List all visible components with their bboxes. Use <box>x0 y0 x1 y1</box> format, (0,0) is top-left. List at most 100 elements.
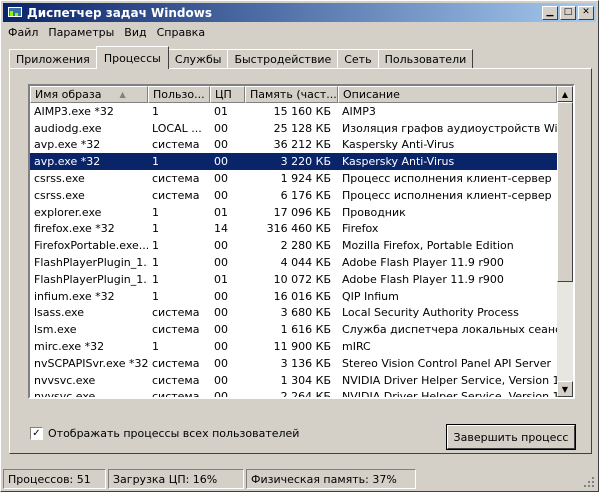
table-row[interactable]: lsass.exe система 00 3 680 КБ Local Security… <box>30 305 557 322</box>
close-icon: ✕ <box>582 7 590 17</box>
minimize-button[interactable]: ▁ <box>542 5 558 20</box>
tab-users[interactable]: Пользователи <box>377 49 474 69</box>
cell-image-name: AIMP3.exe *32 <box>34 104 114 118</box>
cell-user: 1 <box>152 205 159 219</box>
column-header-image-name[interactable]: Имя образа ▲ <box>30 86 148 103</box>
table-row[interactable]: FirefoxPortable.exe... 1 00 2 280 КБ Mozilla… <box>30 237 557 254</box>
scroll-thumb[interactable] <box>557 102 573 282</box>
cell-cpu: 00 <box>214 373 228 387</box>
cell-cpu: 14 <box>214 222 228 236</box>
cell-user: система <box>152 138 200 152</box>
vertical-scrollbar[interactable]: ▲ ▼ <box>557 86 573 397</box>
cell-user: 1 <box>152 155 159 169</box>
scroll-up-button[interactable]: ▲ <box>557 86 573 102</box>
process-list[interactable]: Имя образа ▲ Пользо... ЦП Память (част...… <box>28 84 575 399</box>
tab-processes[interactable]: Процессы <box>95 46 169 69</box>
cell-description: Процесс исполнения клиент-сервер <box>342 188 552 202</box>
resize-grip-icon[interactable] <box>582 475 596 489</box>
menu-help[interactable]: Справка <box>152 26 210 39</box>
cell-memory: 1 616 КБ <box>280 323 331 337</box>
table-row[interactable]: mirc.exe *32 1 00 11 900 КБ mIRC <box>30 338 557 355</box>
cell-memory: 15 160 КБ <box>273 104 331 118</box>
tab-network[interactable]: Сеть <box>337 49 379 69</box>
processes-panel: Имя образа ▲ Пользо... ЦП Память (част...… <box>9 68 592 454</box>
cell-cpu: 00 <box>214 289 228 303</box>
cell-image-name: firefox.exe *32 <box>34 222 115 236</box>
cell-user: система <box>152 172 200 186</box>
table-row[interactable]: firefox.exe *32 1 14 316 460 КБ Firefox <box>30 221 557 238</box>
column-header-user[interactable]: Пользо... <box>148 86 210 103</box>
cell-description: Проводник <box>342 205 406 219</box>
status-processes: Процессов: 51 <box>3 469 106 489</box>
cell-image-name: FlashPlayerPlugin_1... <box>34 272 148 286</box>
tab-services[interactable]: Службы <box>167 49 229 69</box>
table-row[interactable]: FlashPlayerPlugin_1... 1 00 4 044 КБ Adobe F… <box>30 254 557 271</box>
cell-image-name: FirefoxPortable.exe... <box>34 239 148 253</box>
tab-applications[interactable]: Приложения <box>9 49 97 69</box>
cell-image-name: infium.exe *32 <box>34 289 115 303</box>
cell-memory: 10 072 КБ <box>273 272 331 286</box>
arrow-down-icon: ▼ <box>561 384 569 394</box>
menu-options[interactable]: Параметры <box>43 26 119 39</box>
cell-memory: 3 680 КБ <box>280 306 331 320</box>
maximize-icon: □ <box>563 7 573 17</box>
cell-memory: 1 924 КБ <box>280 172 331 186</box>
cell-image-name: nvSCPAPISvr.exe *32 <box>34 356 148 370</box>
cell-cpu: 00 <box>214 323 228 337</box>
cell-cpu: 00 <box>214 390 228 397</box>
checkmark-icon: ✓ <box>32 428 41 439</box>
scroll-down-button[interactable]: ▼ <box>557 381 573 397</box>
cell-user: 1 <box>152 239 159 253</box>
table-row[interactable]: csrss.exe система 00 6 176 КБ Процесс исполн… <box>30 187 557 204</box>
table-row[interactable]: nvvsvc.exe система 00 1 304 КБ NVIDIA Driver… <box>30 372 557 389</box>
table-row[interactable]: nvSCPAPISvr.exe *32 система 00 3 136 КБ Ster… <box>30 355 557 372</box>
cell-user: система <box>152 323 200 337</box>
cell-description: Local Security Authority Process <box>342 306 519 320</box>
cell-description: NVIDIA Driver Helper Service, Version 19… <box>342 390 557 397</box>
cell-cpu: 00 <box>214 306 228 320</box>
table-row[interactable]: nvvsvc.exe система 00 2 264 КБ NVIDIA Driver… <box>30 389 557 397</box>
status-bar: Процессов: 51 Загрузка ЦП: 16% Физическа… <box>3 469 596 489</box>
cell-memory: 3 220 КБ <box>280 155 331 169</box>
cell-description: NVIDIA Driver Helper Service, Version 19… <box>342 373 557 387</box>
table-row[interactable]: lsm.exe система 00 1 616 КБ Служба диспетчер… <box>30 321 557 338</box>
cell-description: Stereo Vision Control Panel API Server <box>342 356 552 370</box>
cell-image-name: mirc.exe *32 <box>34 340 105 354</box>
tab-performance[interactable]: Быстродействие <box>227 49 339 69</box>
cell-description: Процесс исполнения клиент-сервер <box>342 172 552 186</box>
table-row[interactable]: audiodg.exe LOCAL ... 00 25 128 КБ Изоляция … <box>30 120 557 137</box>
menu-view[interactable]: Вид <box>119 26 151 39</box>
title-bar[interactable]: Диспетчер задач Windows ▁ □ ✕ <box>3 3 596 22</box>
cell-cpu: 01 <box>214 272 228 286</box>
process-rows: AIMP3.exe *32 1 01 15 160 КБ AIMP3 audiodg.ex… <box>30 103 557 397</box>
cell-cpu: 01 <box>214 205 228 219</box>
table-row[interactable]: avp.exe *32 1 00 3 220 КБ Kaspersky Anti-Vir… <box>30 153 557 171</box>
column-header-cpu[interactable]: ЦП <box>210 86 245 103</box>
cell-description: mIRC <box>342 340 371 354</box>
cell-memory: 36 212 КБ <box>273 138 331 152</box>
column-header-memory[interactable]: Память (част... <box>245 86 338 103</box>
cell-memory: 4 044 КБ <box>280 256 331 270</box>
table-row[interactable]: avp.exe *32 система 00 36 212 КБ Kaspersky A… <box>30 137 557 154</box>
close-button[interactable]: ✕ <box>578 5 594 20</box>
menu-bar: Файл Параметры Вид Справка <box>3 23 210 42</box>
show-all-users-checkbox[interactable]: ✓ <box>30 427 43 440</box>
menu-file[interactable]: Файл <box>3 26 43 39</box>
table-row[interactable]: FlashPlayerPlugin_1... 1 01 10 072 КБ Adobe … <box>30 271 557 288</box>
table-row[interactable]: explorer.exe 1 01 17 096 КБ Проводник <box>30 204 557 221</box>
tab-strip: Приложения Процессы Службы Быстродействи… <box>9 46 474 69</box>
cell-description: Kaspersky Anti-Virus <box>342 138 455 152</box>
table-row[interactable]: AIMP3.exe *32 1 01 15 160 КБ AIMP3 <box>30 103 557 120</box>
show-all-users-row[interactable]: ✓ Отображать процессы всех пользователей <box>30 427 299 440</box>
end-process-button[interactable]: Завершить процесс <box>446 424 576 450</box>
cell-image-name: explorer.exe <box>34 205 102 219</box>
column-header-description[interactable]: Описание <box>338 86 557 103</box>
table-row[interactable]: infium.exe *32 1 00 16 016 КБ QIP Infium <box>30 288 557 305</box>
table-row[interactable]: csrss.exe система 00 1 924 КБ Процесс исполн… <box>30 170 557 187</box>
cell-cpu: 00 <box>214 340 228 354</box>
cell-memory: 11 900 КБ <box>273 340 331 354</box>
maximize-button[interactable]: □ <box>560 5 576 20</box>
cell-description: Adobe Flash Player 11.9 r900 <box>342 256 504 270</box>
cell-memory: 2 280 КБ <box>280 239 331 253</box>
cell-description: AIMP3 <box>342 104 376 118</box>
